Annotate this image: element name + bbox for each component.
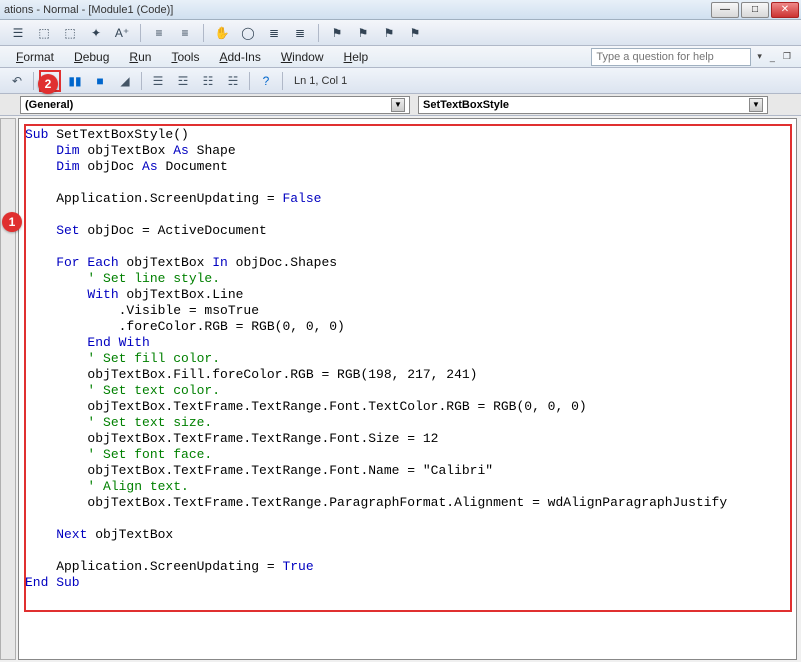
reset-button[interactable]: ■	[89, 70, 111, 92]
code-pane[interactable]: Sub SetTextBoxStyle() Dim objTextBox As …	[18, 118, 797, 660]
break-button[interactable]: ▮▮	[64, 70, 86, 92]
bookmark-icon[interactable]: ✦	[86, 23, 106, 43]
object-browser-icon[interactable]: ☷	[197, 70, 219, 92]
properties-icon[interactable]: ☲	[172, 70, 194, 92]
code-gutter	[0, 118, 16, 660]
separator	[141, 72, 142, 90]
cursor-position: Ln 1, Col 1	[288, 75, 353, 87]
menu-window[interactable]: Window	[273, 48, 332, 66]
menu-help[interactable]: Help	[336, 48, 377, 66]
design-mode-icon[interactable]: ◢	[114, 70, 136, 92]
help-dropdown-icon[interactable]: ▾	[755, 51, 764, 62]
object-dropdown[interactable]: (General) ▼	[20, 96, 410, 114]
menubar: Format Debug Run Tools Add-Ins Window He…	[0, 46, 801, 68]
code-dropdowns: (General) ▼ SetTextBoxStyle ▼	[0, 94, 801, 116]
separator	[33, 72, 34, 90]
comment-icon[interactable]: ≣	[264, 23, 284, 43]
titlebar: ations - Normal - [Module1 (Code)] — □ ✕	[0, 0, 801, 20]
menu-addins[interactable]: Add-Ins	[211, 48, 268, 66]
window-buttons: — □ ✕	[711, 2, 799, 18]
toolbar-formatting: ☰ ⬚ ⬚ ✦ A⁺ ≡ ≡ ✋ ◯ ≣ ≣ ⚑ ⚑ ⚑ ⚑	[0, 20, 801, 46]
hand-icon[interactable]: ✋	[212, 23, 232, 43]
chevron-down-icon: ▼	[391, 98, 405, 112]
menu-tools[interactable]: Tools	[163, 48, 207, 66]
menu-format[interactable]: Format	[8, 48, 62, 66]
procedure-dropdown-value: SetTextBoxStyle	[423, 99, 509, 111]
indent-icon[interactable]: ⬚	[34, 23, 54, 43]
close-button[interactable]: ✕	[771, 2, 799, 18]
help-box: ▾ _ ❐	[591, 48, 793, 66]
chevron-down-icon: ▼	[749, 98, 763, 112]
separator	[318, 24, 319, 42]
prev-bookmark-icon[interactable]: ⚑	[379, 23, 399, 43]
code-text[interactable]: Sub SetTextBoxStyle() Dim objTextBox As …	[19, 119, 796, 599]
toolbox-icon[interactable]: ☵	[222, 70, 244, 92]
mdi-minimize-icon[interactable]: _	[768, 52, 777, 62]
mdi-restore-icon[interactable]: ❐	[781, 51, 793, 62]
menu-run[interactable]: Run	[121, 48, 159, 66]
uncomment-icon[interactable]: ≣	[290, 23, 310, 43]
toolbar-standard: ↶ ▮▮ ■ ◢ ☰ ☲ ☷ ☵ ? Ln 1, Col 1	[0, 68, 801, 94]
indent-right-icon[interactable]: ≡	[175, 23, 195, 43]
maximize-button[interactable]: □	[741, 2, 769, 18]
object-dropdown-value: (General)	[25, 99, 73, 111]
toggle-icon[interactable]: ⚑	[327, 23, 347, 43]
next-bookmark-icon[interactable]: ⚑	[353, 23, 373, 43]
menu-debug[interactable]: Debug	[66, 48, 117, 66]
breakpoint-icon[interactable]: ◯	[238, 23, 258, 43]
separator	[282, 72, 283, 90]
callout-2: 2	[38, 74, 58, 94]
outdent-icon[interactable]: ⬚	[60, 23, 80, 43]
indent-left-icon[interactable]: ≡	[149, 23, 169, 43]
callout-1: 1	[2, 212, 22, 232]
separator	[203, 24, 204, 42]
separator	[249, 72, 250, 90]
clear-bookmark-icon[interactable]: ⚑	[405, 23, 425, 43]
procedure-dropdown[interactable]: SetTextBoxStyle ▼	[418, 96, 768, 114]
list-members-icon[interactable]: ☰	[8, 23, 28, 43]
window-title: ations - Normal - [Module1 (Code)]	[2, 4, 173, 16]
help-icon[interactable]: ?	[255, 70, 277, 92]
font-icon[interactable]: A⁺	[112, 23, 132, 43]
help-search-input[interactable]	[591, 48, 751, 66]
minimize-button[interactable]: —	[711, 2, 739, 18]
separator	[140, 24, 141, 42]
undo-icon[interactable]: ↶	[6, 70, 28, 92]
project-explorer-icon[interactable]: ☰	[147, 70, 169, 92]
